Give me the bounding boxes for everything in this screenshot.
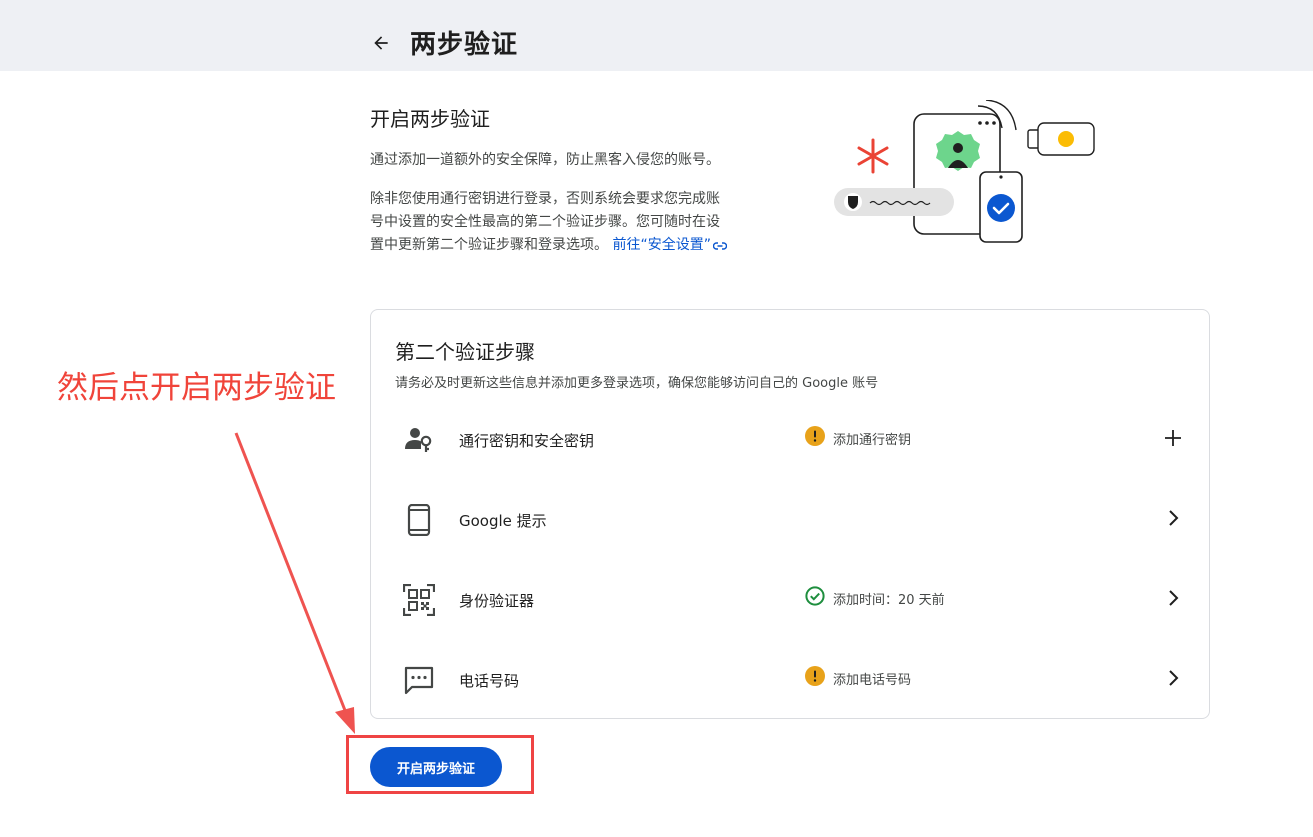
row-status: 添加时间：20 天前 <box>805 586 945 610</box>
row-label: 通行密钥和安全密钥 <box>459 432 595 450</box>
row-google-prompt[interactable]: Google 提示 <box>371 504 1209 584</box>
row-label: 身份验证器 <box>459 592 535 610</box>
row-status: 添加电话号码 <box>805 666 911 690</box>
security-settings-link-text[interactable]: 前往“安全设置” <box>612 237 711 253</box>
intro-paragraph-2-line-1: 除非您使用通行密钥进行登录，否则系统会要求您完成账 <box>370 191 720 207</box>
card-title: 第二个验证步骤 <box>395 340 535 364</box>
row-authenticator[interactable]: 身份验证器 添加时间：20 天前 <box>371 584 1209 664</box>
chevron-right-icon[interactable] <box>1161 506 1185 530</box>
link-icon <box>712 236 728 259</box>
sms-message-icon <box>403 664 435 696</box>
warning-icon <box>805 666 825 690</box>
check-circle-icon <box>805 586 825 610</box>
row-label: 电话号码 <box>459 672 520 690</box>
intro-paragraph-2-line-3-text: 置中更新第二个验证步骤和登录选项。 <box>370 237 608 253</box>
intro-paragraph-1: 通过添加一道额外的安全保障，防止黑客入侵您的账号。 <box>370 152 720 168</box>
warning-icon <box>805 426 825 450</box>
top-bar <box>0 0 1313 71</box>
row-phone-number[interactable]: 电话号码 添加电话号码 <box>371 664 1209 744</box>
card-subtitle: 请务必及时更新这些信息并添加更多登录选项，确保您能够访问自己的 Google 账… <box>395 376 879 391</box>
row-status-text: 添加电话号码 <box>833 672 912 688</box>
intro-paragraph-2: 除非您使用通行密钥进行登录，否则系统会要求您完成账 号中设置的安全性最高的第二个… <box>370 188 790 259</box>
intro-paragraph-2-line-2: 号中设置的安全性最高的第二个验证步骤。您可随时在设 <box>370 214 720 230</box>
row-status-text: 添加通行密钥 <box>833 432 912 448</box>
intro-paragraph-2-line-3: 置中更新第二个验证步骤和登录选项。 前往“安全设置” <box>370 234 790 259</box>
row-status: 添加通行密钥 <box>805 426 911 450</box>
plus-icon[interactable] <box>1161 426 1185 450</box>
page-title: 两步验证 <box>410 30 519 60</box>
back-arrow-icon[interactable] <box>368 30 394 56</box>
qr-code-icon <box>403 584 435 616</box>
turn-on-2sv-button[interactable]: 开启两步验证 <box>370 747 502 787</box>
row-passkeys[interactable]: 通行密钥和安全密钥 添加通行密钥 <box>371 424 1209 504</box>
phone-icon <box>403 504 435 536</box>
security-settings-link[interactable]: 前往“安全设置” <box>612 237 728 253</box>
row-label: Google 提示 <box>459 512 547 530</box>
row-status-text: 添加时间：20 天前 <box>833 592 945 608</box>
second-step-card: 第二个验证步骤 请务必及时更新这些信息并添加更多登录选项，确保您能够访问自己的 … <box>370 309 1210 719</box>
chevron-right-icon[interactable] <box>1161 586 1185 610</box>
two-step-illustration <box>826 99 1106 250</box>
chevron-right-icon[interactable] <box>1161 666 1185 690</box>
passkey-person-key-icon <box>403 424 435 456</box>
annotation-text: 然后点开启两步验证 <box>57 370 336 406</box>
intro-title: 开启两步验证 <box>370 107 490 131</box>
